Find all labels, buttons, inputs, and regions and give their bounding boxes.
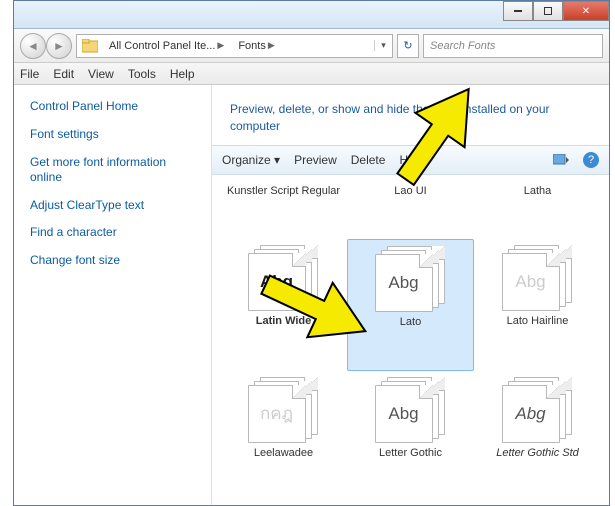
font-item[interactable]: AbgLato (347, 239, 474, 371)
sidebar-link-cleartype[interactable]: Adjust ClearType text (30, 198, 195, 214)
main-header: Preview, delete, or show and hide the fo… (212, 85, 609, 145)
font-item[interactable]: AbgLato Hairline (474, 239, 601, 371)
breadcrumb-item[interactable]: Fonts▶ (232, 40, 282, 52)
font-item[interactable]: AbgLetter Gothic (347, 371, 474, 501)
titlebar: ✕ (14, 1, 609, 29)
hide-button[interactable]: Hide (399, 153, 424, 167)
minimize-button[interactable] (503, 1, 533, 21)
search-input[interactable]: Search Fonts (423, 34, 603, 58)
menu-view[interactable]: View (88, 67, 114, 81)
font-label: Letter Gothic (379, 447, 442, 460)
sidebar-home[interactable]: Control Panel Home (30, 99, 195, 113)
folder-icon (81, 37, 99, 55)
font-item[interactable]: AbgLatin Wide (220, 239, 347, 371)
breadcrumb-dropdown[interactable]: ▾ (374, 40, 392, 51)
main-panel: Preview, delete, or show and hide the fo… (212, 85, 609, 505)
sidebar-link-font-settings[interactable]: Font settings (30, 127, 195, 143)
back-button[interactable]: ◄ (20, 33, 46, 59)
refresh-button[interactable]: ↻ (397, 34, 419, 58)
window-controls: ✕ (503, 1, 609, 21)
font-item[interactable]: กคฎLeelawadee (220, 371, 347, 501)
font-item[interactable]: Lao UI (347, 179, 474, 239)
content: Control Panel Home Font settings Get mor… (14, 85, 609, 505)
font-item[interactable]: Kunstler Script Regular (220, 179, 347, 239)
toolbar: Organize ▾ Preview Delete Hide ? (212, 145, 609, 175)
font-label: Latha (524, 185, 552, 198)
font-label: Kunstler Script Regular (227, 185, 340, 198)
font-label: Latin Wide (256, 315, 312, 328)
font-label: Letter Gothic Std (496, 447, 579, 460)
close-button[interactable]: ✕ (563, 1, 609, 21)
fonts-window: ✕ ◄ ► All Control Panel Ite...▶ Fonts▶ ▾… (13, 0, 610, 506)
menu-tools[interactable]: Tools (128, 67, 156, 81)
menu-help[interactable]: Help (170, 67, 195, 81)
font-grid: Kunstler Script Regular Lao UI Latha AbgLat… (212, 175, 609, 505)
maximize-button[interactable] (533, 1, 563, 21)
forward-button[interactable]: ► (46, 33, 72, 59)
sidebar: Control Panel Home Font settings Get mor… (14, 85, 212, 505)
menu-file[interactable]: File (20, 67, 39, 81)
sidebar-link-font-size[interactable]: Change font size (30, 253, 195, 269)
sidebar-link-more-info[interactable]: Get more font information online (30, 155, 195, 186)
font-label: Lato (400, 316, 421, 329)
font-item[interactable]: Latha (474, 179, 601, 239)
delete-button[interactable]: Delete (351, 153, 386, 167)
font-label: Lato Hairline (507, 315, 569, 328)
menubar: File Edit View Tools Help (14, 63, 609, 85)
help-icon[interactable]: ? (583, 152, 599, 168)
breadcrumb-item[interactable]: All Control Panel Ite...▶ (103, 40, 232, 52)
navbar: ◄ ► All Control Panel Ite...▶ Fonts▶ ▾ ↻… (14, 29, 609, 63)
font-label: Leelawadee (254, 447, 313, 460)
preview-button[interactable]: Preview (294, 153, 337, 167)
font-item[interactable]: AbgLetter Gothic Std (474, 371, 601, 501)
organize-button[interactable]: Organize ▾ (222, 153, 280, 167)
menu-edit[interactable]: Edit (53, 67, 74, 81)
sidebar-link-find-char[interactable]: Find a character (30, 225, 195, 241)
font-label: Lao UI (394, 185, 426, 198)
nav-arrows: ◄ ► (20, 33, 72, 59)
breadcrumb[interactable]: All Control Panel Ite...▶ Fonts▶ ▾ (76, 34, 393, 58)
view-options-icon[interactable] (553, 152, 569, 168)
